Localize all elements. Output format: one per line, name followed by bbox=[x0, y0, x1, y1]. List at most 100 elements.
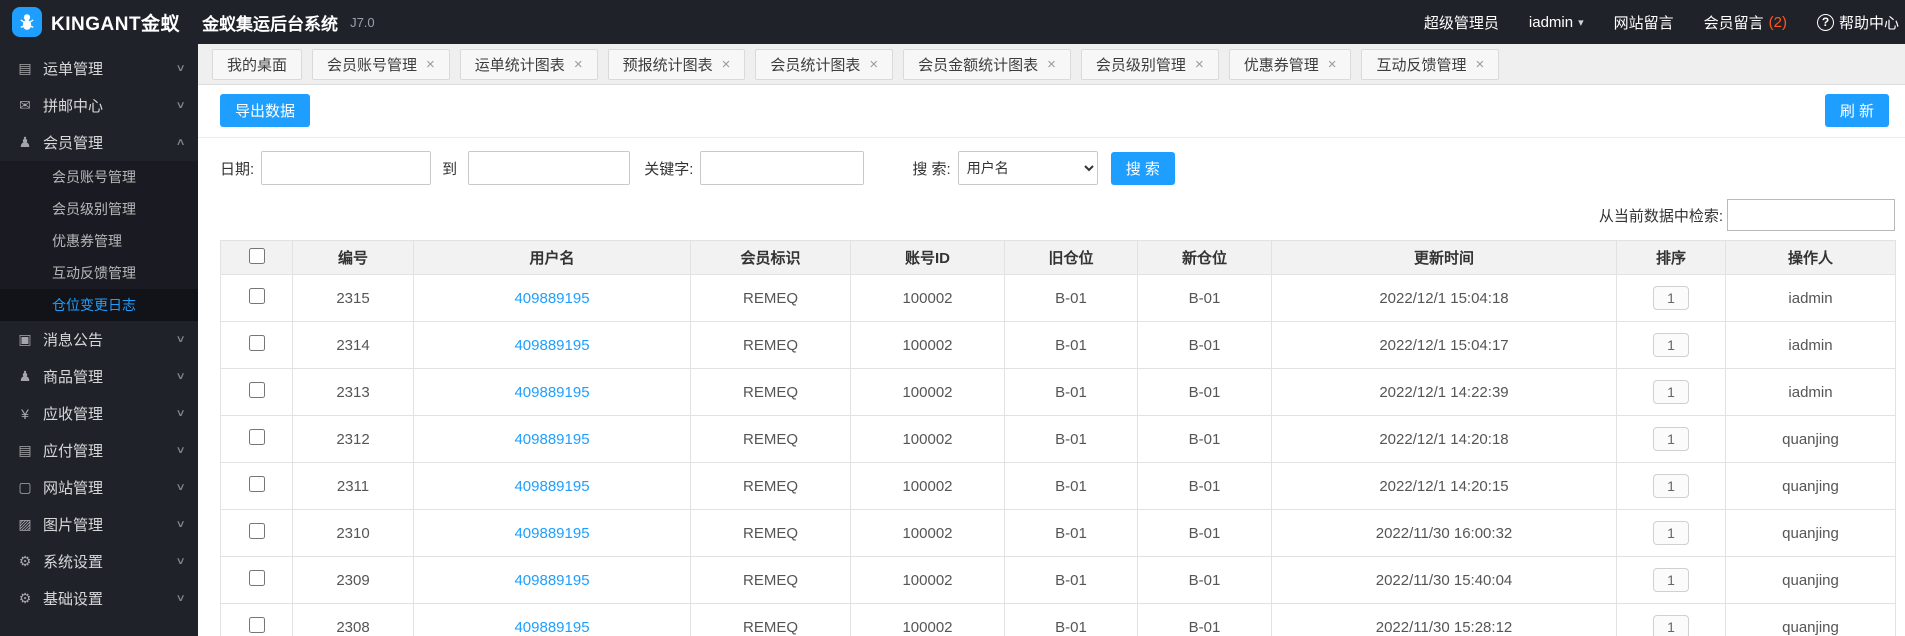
chevron-down-icon: ∨ bbox=[175, 63, 186, 74]
close-icon[interactable]: × bbox=[1195, 57, 1204, 72]
row-checkbox[interactable] bbox=[248, 476, 265, 492]
refresh-button[interactable]: 刷 新 bbox=[1824, 94, 1889, 127]
username-link[interactable]: 409889195 bbox=[514, 619, 589, 636]
close-icon[interactable]: × bbox=[1047, 57, 1056, 72]
topbar: KINGANT金蚁 金蚁集运后台系统 J7.0 超级管理员 iadmin ▾ 网… bbox=[0, 0, 1905, 44]
sidebar-item-waybill-management[interactable]: ▤ 运单管理 ∨ bbox=[0, 50, 198, 87]
sidebar-subitem-member-level-management[interactable]: 会员级别管理 bbox=[0, 193, 198, 225]
cell-sort: 1 bbox=[1616, 556, 1726, 604]
select-all-checkbox[interactable] bbox=[248, 247, 265, 264]
tab-member-level-management[interactable]: 会员级别管理 × bbox=[1080, 48, 1219, 80]
close-icon[interactable]: × bbox=[426, 57, 435, 72]
tab-coupon-management[interactable]: 优惠券管理 × bbox=[1228, 48, 1352, 80]
tab-feedback-management[interactable]: 互动反馈管理 × bbox=[1361, 48, 1500, 80]
logo[interactable]: KINGANT金蚁 bbox=[0, 7, 192, 37]
tab-waybill-stats-chart[interactable]: 运单统计图表 × bbox=[459, 48, 598, 80]
date-from-input[interactable] bbox=[261, 151, 432, 185]
chevron-down-icon: ∨ bbox=[175, 100, 186, 111]
sidebar-item-mail-center[interactable]: ✉ 拼邮中心 ∨ bbox=[0, 87, 198, 124]
column-header-account-id[interactable]: 账号ID bbox=[850, 240, 1005, 275]
row-checkbox[interactable] bbox=[248, 617, 265, 633]
cell-account-id: 100002 bbox=[850, 274, 1005, 322]
sidebar-item-message-announcement[interactable]: ▣ 消息公告 ∨ bbox=[0, 321, 198, 358]
column-header-sort[interactable]: 排序 bbox=[1616, 240, 1726, 275]
close-icon[interactable]: × bbox=[722, 57, 731, 72]
close-icon[interactable]: × bbox=[869, 57, 878, 72]
search-field-select[interactable]: 用户名 bbox=[957, 151, 1098, 185]
search-button[interactable]: 搜 索 bbox=[1110, 151, 1175, 185]
close-icon[interactable]: × bbox=[1476, 57, 1485, 72]
row-checkbox[interactable] bbox=[248, 335, 265, 351]
column-header-old-slot[interactable]: 旧仓位 bbox=[1004, 240, 1138, 275]
sort-input[interactable]: 1 bbox=[1653, 427, 1689, 451]
username-link[interactable]: 409889195 bbox=[514, 290, 589, 307]
sort-input[interactable]: 1 bbox=[1653, 568, 1689, 592]
sidebar-item-label: 基础设置 bbox=[43, 591, 104, 608]
column-header-id[interactable]: 编号 bbox=[292, 240, 414, 275]
site-messages-link[interactable]: 网站留言 bbox=[1614, 12, 1674, 33]
table-row: 2308 409889195 REMEQ 100002 B-01 B-01 20… bbox=[220, 603, 1896, 636]
sort-input[interactable]: 1 bbox=[1653, 333, 1689, 357]
column-header-username[interactable]: 用户名 bbox=[413, 240, 691, 275]
sidebar-item-website-management[interactable]: ▢ 网站管理 ∨ bbox=[0, 469, 198, 506]
column-header-operator[interactable]: 操作人 bbox=[1725, 240, 1896, 275]
cell-old-slot: B-01 bbox=[1004, 274, 1138, 322]
sidebar-item-payable-management[interactable]: ▤ 应付管理 ∨ bbox=[0, 432, 198, 469]
user-menu[interactable]: iadmin ▾ bbox=[1529, 14, 1584, 31]
sidebar-item-system-settings[interactable]: ⚙ 系统设置 ∨ bbox=[0, 543, 198, 580]
tab-my-desktop[interactable]: 我的桌面 bbox=[212, 48, 303, 80]
username-link[interactable]: 409889195 bbox=[514, 384, 589, 401]
tab-member-stats-chart[interactable]: 会员统计图表 × bbox=[755, 48, 894, 80]
help-link[interactable]: ? 帮助中心 bbox=[1816, 12, 1899, 33]
sidebar-item-product-management[interactable]: ♟ 商品管理 ∨ bbox=[0, 358, 198, 395]
sort-input[interactable]: 1 bbox=[1653, 615, 1689, 636]
column-header-updated[interactable]: 更新时间 bbox=[1271, 240, 1617, 275]
close-icon[interactable]: × bbox=[574, 57, 583, 72]
sidebar-subitem-member-account-management[interactable]: 会员账号管理 bbox=[0, 161, 198, 193]
username-link[interactable]: 409889195 bbox=[514, 431, 589, 448]
row-checkbox[interactable] bbox=[248, 429, 265, 445]
row-checkbox[interactable] bbox=[248, 382, 265, 398]
sort-input[interactable]: 1 bbox=[1653, 521, 1689, 545]
username-link[interactable]: 409889195 bbox=[514, 572, 589, 589]
product-icon: ♟ bbox=[18, 368, 32, 384]
username-link[interactable]: 409889195 bbox=[514, 525, 589, 542]
sidebar-subitem-feedback-management[interactable]: 互动反馈管理 bbox=[0, 257, 198, 289]
topbar-right: 超级管理员 iadmin ▾ 网站留言 会员留言 (2) ? 帮助中心 bbox=[1424, 12, 1905, 33]
cell-old-slot: B-01 bbox=[1004, 462, 1138, 510]
sidebar-item-label: 图片管理 bbox=[43, 517, 104, 534]
sidebar-item-member-management[interactable]: ♟ 会员管理 ∧ bbox=[0, 124, 198, 161]
chevron-down-icon: ∨ bbox=[175, 482, 186, 493]
cell-username: 409889195 bbox=[413, 274, 691, 322]
cell-old-slot: B-01 bbox=[1004, 509, 1138, 557]
tab-member-account-management[interactable]: 会员账号管理 × bbox=[312, 48, 450, 80]
cell-username: 409889195 bbox=[413, 509, 691, 557]
column-header-member-tag[interactable]: 会员标识 bbox=[690, 240, 851, 275]
sidebar-subitem-slot-change-log[interactable]: 仓位变更日志 bbox=[0, 289, 198, 321]
username-link[interactable]: 409889195 bbox=[514, 337, 589, 354]
sort-input[interactable]: 1 bbox=[1653, 286, 1689, 310]
row-checkbox[interactable] bbox=[248, 523, 265, 539]
sidebar-subitem-coupon-management[interactable]: 优惠券管理 bbox=[0, 225, 198, 257]
keyword-input[interactable] bbox=[700, 151, 865, 185]
row-checkbox[interactable] bbox=[248, 288, 265, 304]
sidebar-item-receivable-management[interactable]: ¥ 应收管理 ∨ bbox=[0, 395, 198, 432]
tab-member-amount-stats-chart[interactable]: 会员金额统计图表 × bbox=[903, 48, 1071, 80]
member-messages-link[interactable]: 会员留言 (2) bbox=[1704, 12, 1787, 33]
export-data-button[interactable]: 导出数据 bbox=[220, 94, 311, 127]
close-icon[interactable]: × bbox=[1328, 57, 1337, 72]
column-header-new-slot[interactable]: 新仓位 bbox=[1137, 240, 1272, 275]
to-label: 到 bbox=[442, 160, 458, 178]
username-link[interactable]: 409889195 bbox=[514, 478, 589, 495]
row-checkbox[interactable] bbox=[248, 570, 265, 586]
date-to-input[interactable] bbox=[468, 151, 631, 185]
cell-old-slot: B-01 bbox=[1004, 556, 1138, 604]
sidebar-item-basic-settings[interactable]: ⚙ 基础设置 ∨ bbox=[0, 580, 198, 617]
sidebar-item-image-management[interactable]: ▨ 图片管理 ∨ bbox=[0, 506, 198, 543]
sort-input[interactable]: 1 bbox=[1653, 380, 1689, 404]
quick-search-input[interactable] bbox=[1727, 199, 1895, 231]
tab-forecast-stats-chart[interactable]: 预报统计图表 × bbox=[607, 48, 746, 80]
sort-input[interactable]: 1 bbox=[1653, 474, 1689, 498]
table-row: 2312 409889195 REMEQ 100002 B-01 B-01 20… bbox=[220, 415, 1896, 463]
cell-member-tag: REMEQ bbox=[690, 368, 851, 416]
